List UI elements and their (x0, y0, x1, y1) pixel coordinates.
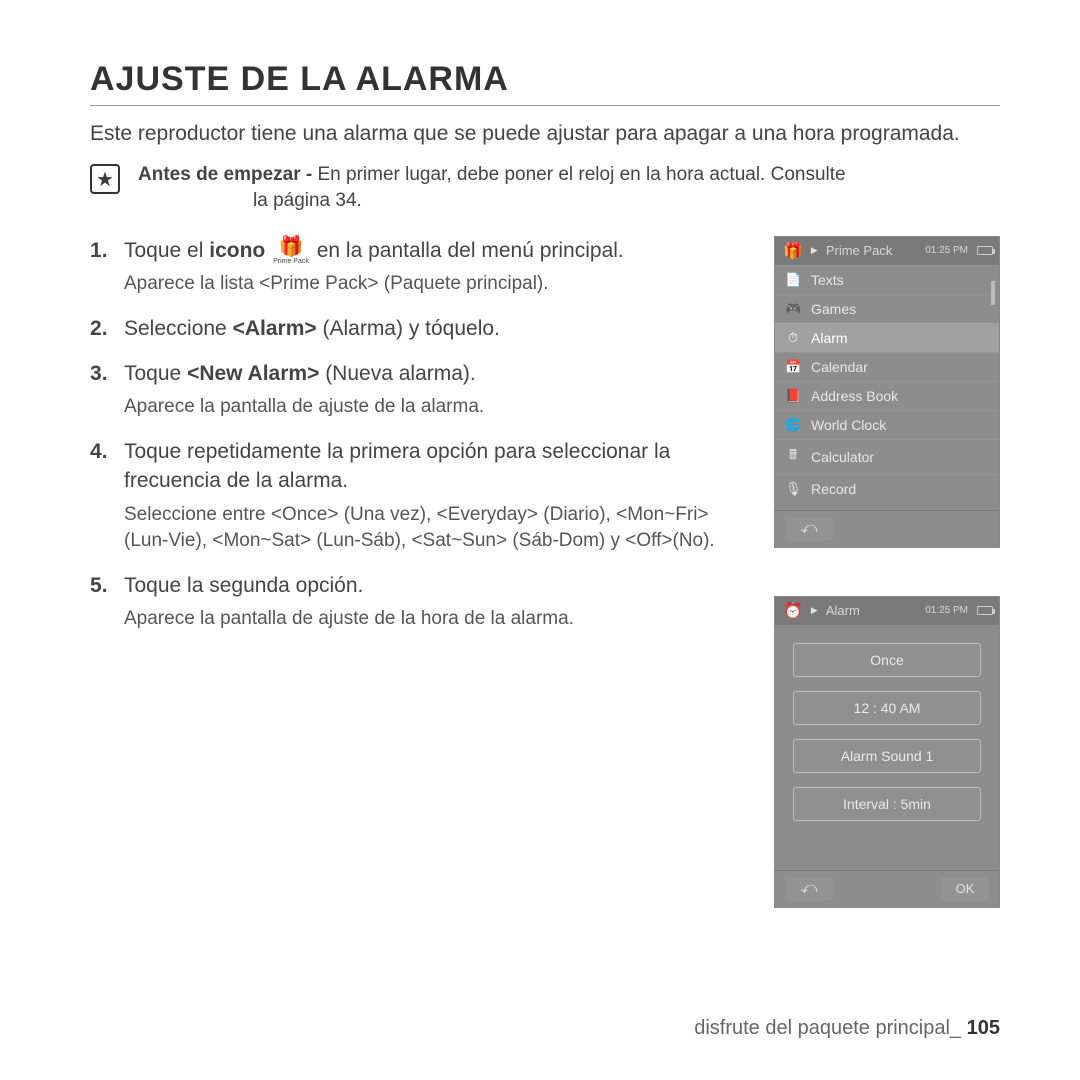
screen2-title: Alarm (824, 603, 919, 618)
menu-worldclock-label: World Clock (811, 417, 886, 433)
footer-text: disfrute del paquete principal_ (694, 1017, 961, 1039)
step-1-post: en la pantalla del menú principal. (317, 239, 624, 262)
step-3: Toque <New Alarm> (Nueva alarma). Aparec… (90, 359, 750, 421)
clock-icon: ⏰ (783, 601, 803, 621)
record-icon: 🎙 (785, 481, 801, 497)
steps-list: Toque el icono 🎁 Prime Pack en la pantal… (90, 236, 750, 633)
screenshot-prime-pack: 🎁 ▶ Prime Pack 01:25 PM 📄 Texts 🎮 Games ⏱ A… (774, 236, 1000, 548)
intro-text: Este reproductor tiene una alarma que se… (90, 120, 1000, 148)
menu-calendar[interactable]: 📅 Calendar (775, 352, 999, 381)
screen1-time: 01:25 PM (925, 245, 968, 256)
calendar-icon: 📅 (785, 359, 801, 375)
alarm-frequency-option[interactable]: Once (793, 643, 981, 677)
step-1-sub: Aparece la lista <Prime Pack> (Paquete p… (124, 271, 750, 298)
note-continuation: la página 34. (138, 188, 846, 214)
screenshot-alarm-settings: ⏰ ▶ Alarm 01:25 PM Once 12 : 40 AM Alarm… (774, 596, 1000, 908)
menu-texts-label: Texts (811, 272, 844, 288)
note-block: ★ Antes de empezar - En primer lugar, de… (90, 162, 1000, 213)
menu-alarm-label: Alarm (811, 330, 848, 346)
menu-record[interactable]: 🎙 Record (775, 474, 999, 503)
screen1-title: Prime Pack (824, 243, 919, 258)
page-title: AJUSTE DE LA ALARMA (90, 60, 1000, 106)
gift-icon: 🎁 (783, 241, 803, 261)
note-lead: Antes de empezar - (138, 164, 312, 185)
step-3-text: Toque <New Alarm> (Nueva alarma). (124, 362, 476, 385)
alarm-time-option[interactable]: 12 : 40 AM (793, 691, 981, 725)
menu-calculator[interactable]: 🖩 Calculator (775, 439, 999, 474)
status-bar-1: 🎁 ▶ Prime Pack 01:25 PM (775, 237, 999, 265)
status-bar-2: ⏰ ▶ Alarm 01:25 PM (775, 597, 999, 625)
ok-button[interactable]: OK (941, 877, 989, 901)
step-1-pre: Toque el (124, 239, 209, 262)
alarm-options: Once 12 : 40 AM Alarm Sound 1 Interval :… (775, 625, 999, 870)
step-2-text: Seleccione <Alarm> (Alarma) y tóquelo. (124, 317, 500, 340)
worldclock-icon: 🌐 (785, 417, 801, 433)
play-icon: ▶ (811, 245, 818, 256)
menu-addressbook-label: Address Book (811, 388, 898, 404)
menu-games[interactable]: 🎮 Games (775, 294, 999, 323)
note-text: Antes de empezar - En primer lugar, debe… (138, 162, 846, 213)
back-button[interactable]: ⤺ (785, 877, 833, 901)
menu-alarm[interactable]: ⏱ Alarm (775, 323, 999, 352)
page-footer: disfrute del paquete principal_ 105 (694, 1017, 1000, 1040)
bottom-bar-1: ⤺ (775, 510, 999, 547)
step-3-sub: Aparece la pantalla de ajuste de la alar… (124, 394, 750, 421)
page-number: 105 (967, 1017, 1000, 1039)
step-2: Seleccione <Alarm> (Alarma) y tóquelo. (90, 314, 750, 343)
alarm-sound-option[interactable]: Alarm Sound 1 (793, 739, 981, 773)
alarm-interval-option[interactable]: Interval : 5min (793, 787, 981, 821)
menu-calculator-label: Calculator (811, 449, 874, 465)
menu-addressbook[interactable]: 📕 Address Book (775, 381, 999, 410)
games-icon: 🎮 (785, 301, 801, 317)
step-5: Toque la segunda opción. Aparece la pant… (90, 571, 750, 633)
step-4: Toque repetidamente la primera opción pa… (90, 437, 750, 555)
alarm-icon: ⏱ (785, 330, 801, 346)
gift-icon: 🎁 (273, 237, 309, 257)
step-4-sub: Seleccione entre <Once> (Una vez), <Ever… (124, 502, 750, 555)
step-1: Toque el icono 🎁 Prime Pack en la pantal… (90, 236, 750, 298)
prime-pack-icon: 🎁 Prime Pack (273, 237, 309, 265)
menu-calendar-label: Calendar (811, 359, 868, 375)
step-5-sub: Aparece la pantalla de ajuste de la hora… (124, 606, 750, 633)
prime-pack-list: 📄 Texts 🎮 Games ⏱ Alarm 📅 Calendar 📕 Address … (775, 265, 999, 503)
addressbook-icon: 📕 (785, 388, 801, 404)
texts-icon: 📄 (785, 272, 801, 288)
battery-icon (977, 246, 993, 255)
menu-games-label: Games (811, 301, 856, 317)
star-icon: ★ (90, 164, 120, 194)
note-body: En primer lugar, debe poner el reloj en … (312, 164, 845, 185)
menu-worldclock[interactable]: 🌐 World Clock (775, 410, 999, 439)
prime-pack-icon-label: Prime Pack (273, 258, 309, 265)
back-button[interactable]: ⤺ (785, 517, 833, 541)
scroll-indicator[interactable] (991, 281, 995, 305)
step-5-text: Toque la segunda opción. (124, 574, 363, 597)
calculator-icon: 🖩 (785, 446, 801, 468)
screen2-time: 01:25 PM (925, 605, 968, 616)
play-icon: ▶ (811, 605, 818, 616)
step-1-bold: icono (209, 239, 265, 262)
menu-record-label: Record (811, 481, 856, 497)
step-4-text: Toque repetidamente la primera opción pa… (124, 440, 670, 492)
menu-texts[interactable]: 📄 Texts (775, 265, 999, 294)
battery-icon (977, 606, 993, 615)
bottom-bar-2: ⤺ OK (775, 870, 999, 907)
